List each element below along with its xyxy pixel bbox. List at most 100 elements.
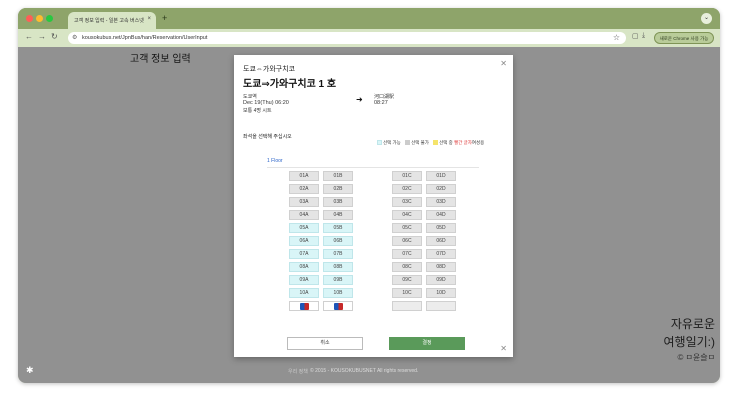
- download-icon[interactable]: ⤓: [642, 32, 645, 40]
- seat-01D[interactable]: 01D: [426, 171, 456, 181]
- seat-09A[interactable]: 09A: [289, 275, 319, 285]
- seat-04C[interactable]: 04C: [392, 210, 422, 220]
- chrome-update-button[interactable]: 새로운 Chrome 사용 가능: [654, 32, 714, 44]
- seat-08B[interactable]: 08B: [323, 262, 353, 272]
- browser-tab[interactable]: 고객 정보 입력 - 일본 고속 버스넷 ×: [68, 12, 156, 29]
- minimize-window-dot[interactable]: [36, 15, 43, 22]
- legend-unavailable: 선택 불가: [411, 140, 429, 145]
- floor-label: 1 Floor: [267, 158, 283, 164]
- seat-03A[interactable]: 03A: [289, 197, 319, 207]
- select-seat-prompt: 좌석을 선택해 주십시오: [243, 134, 292, 140]
- seat-06C[interactable]: 06C: [392, 236, 422, 246]
- close-window-dot[interactable]: [26, 15, 33, 22]
- seat-01C[interactable]: 01C: [392, 171, 422, 181]
- seat-06D[interactable]: 06D: [426, 236, 456, 246]
- departure-station: 도쿄역: [243, 94, 257, 100]
- seat-09D[interactable]: 09D: [426, 275, 456, 285]
- seat-02C[interactable]: 02C: [392, 184, 422, 194]
- forward-icon[interactable]: →: [38, 32, 46, 41]
- seat-selection-modal: ✕ 도쿄⇔가와구치코 도쿄⇒가와구치코 1 호 도쿄역 Dec 19(Thu) …: [234, 55, 513, 357]
- empty-seat-slot: [426, 301, 456, 311]
- site-info-icon[interactable]: ⚙: [72, 34, 77, 41]
- seat-type: 보통 4명 시트: [243, 108, 272, 114]
- seat-10C[interactable]: 10C: [392, 288, 422, 298]
- seat-04A[interactable]: 04A: [289, 210, 319, 220]
- back-icon[interactable]: ←: [25, 32, 33, 41]
- page-footer: 우리 정책 © 2015 - KOUSOKUBUSNET All rights …: [18, 364, 720, 378]
- seat-02B[interactable]: 02B: [323, 184, 353, 194]
- page-content: 고객 정보 입력 우리 정책 © 2015 - KOUSOKUBUSNET Al…: [18, 47, 720, 383]
- seat-03B[interactable]: 03B: [323, 197, 353, 207]
- arrival-station: 河口湖駅: [374, 94, 395, 100]
- seat-07A[interactable]: 07A: [289, 249, 319, 259]
- tab-bar: 고객 정보 입력 - 일본 고속 버스넷 × + ⌄: [18, 8, 720, 29]
- bookmark-star-icon[interactable]: ☆: [613, 33, 620, 42]
- sidebar-icon[interactable]: ▢: [632, 32, 639, 40]
- departure-time: Dec 19(Thu) 06:20: [243, 100, 289, 106]
- seat-05C[interactable]: 05C: [392, 223, 422, 233]
- seat-legend: 선택 가능 선택 불가 선택 중 빨간 글자여성용: [374, 140, 484, 146]
- seat-08C[interactable]: 08C: [392, 262, 422, 272]
- legend-female-red: 빨간 글자: [454, 140, 472, 145]
- legend-selected-swatch: [433, 140, 439, 146]
- legend-female-suffix: 여성용: [471, 140, 485, 145]
- seat-04B[interactable]: 04B: [323, 210, 353, 220]
- arrow-right-icon: ➜: [356, 95, 363, 104]
- seat-06B[interactable]: 06B: [323, 236, 353, 246]
- seat-10B[interactable]: 10B: [323, 288, 353, 298]
- seat-03D[interactable]: 03D: [426, 197, 456, 207]
- watermark-line3: © ㅁ윤슬ㅁ: [677, 353, 715, 362]
- reload-icon[interactable]: ↻: [51, 32, 58, 41]
- arrival-time: 08:27: [374, 100, 388, 106]
- legend-available-swatch: [377, 140, 382, 146]
- restroom-seat: [323, 301, 353, 311]
- seat-07B[interactable]: 07B: [323, 249, 353, 259]
- restroom-icon: [333, 303, 343, 310]
- seat-05D[interactable]: 05D: [426, 223, 456, 233]
- close-icon-bottom[interactable]: ✕: [500, 344, 507, 353]
- route-subtitle: 도쿄⇔가와구치코: [243, 66, 296, 73]
- seat-09C[interactable]: 09C: [392, 275, 422, 285]
- tab-search-icon[interactable]: ⌄: [701, 13, 712, 24]
- tab-title: 고객 정보 입력 - 일본 고속 버스넷: [74, 18, 144, 24]
- seat-07C[interactable]: 07C: [392, 249, 422, 259]
- cancel-button[interactable]: 취소: [287, 337, 363, 350]
- empty-seat-slot: [392, 301, 422, 311]
- seat-01A[interactable]: 01A: [289, 171, 319, 181]
- seat-05B[interactable]: 05B: [323, 223, 353, 233]
- close-icon[interactable]: ✕: [500, 59, 507, 68]
- seat-05A[interactable]: 05A: [289, 223, 319, 233]
- legend-unavailable-swatch: [405, 140, 411, 146]
- seat-07D[interactable]: 07D: [426, 249, 456, 259]
- seat-02A[interactable]: 02A: [289, 184, 319, 194]
- tab-close-icon[interactable]: ×: [147, 16, 151, 22]
- legend-selected: 선택 중: [439, 140, 453, 145]
- new-tab-button[interactable]: +: [162, 13, 167, 23]
- seat-04D[interactable]: 04D: [426, 210, 456, 220]
- seat-08D[interactable]: 08D: [426, 262, 456, 272]
- url-text: kousokubus.net/JpnBus/han/Reservation/Us…: [82, 35, 208, 41]
- seat-08A[interactable]: 08A: [289, 262, 319, 272]
- restroom-seat: [289, 301, 319, 311]
- seat-10A[interactable]: 10A: [289, 288, 319, 298]
- address-bar[interactable]: ⚙ kousokubus.net/JpnBus/han/Reservation/…: [68, 32, 626, 44]
- seat-02D[interactable]: 02D: [426, 184, 456, 194]
- watermark-line2: 여행일기:): [663, 335, 716, 349]
- maximize-window-dot[interactable]: [46, 15, 53, 22]
- browser-toolbar: ← → ↻ ⚙ kousokubus.net/JpnBus/han/Reserv…: [18, 29, 720, 47]
- legend-available: 선택 가능: [383, 140, 401, 145]
- watermark-line1: 자유로운: [670, 317, 715, 331]
- seat-01B[interactable]: 01B: [323, 171, 353, 181]
- footer-policy-link[interactable]: 우리 정책: [288, 368, 308, 375]
- confirm-button[interactable]: 결정: [389, 337, 465, 350]
- restroom-icon: [299, 303, 309, 310]
- seat-06A[interactable]: 06A: [289, 236, 319, 246]
- browser-window: 고객 정보 입력 - 일본 고속 버스넷 × + ⌄ ← → ↻ ⚙ kouso…: [18, 8, 720, 383]
- seat-03C[interactable]: 03C: [392, 197, 422, 207]
- route-title: 도쿄⇒가와구치코 1 호: [243, 79, 337, 90]
- footer-copyright: © 2015 - KOUSOKUBUSNET All rights reserv…: [310, 368, 419, 374]
- seat-09B[interactable]: 09B: [323, 275, 353, 285]
- gear-icon[interactable]: ✱: [26, 365, 34, 376]
- floor-divider: [267, 167, 479, 168]
- seat-10D[interactable]: 10D: [426, 288, 456, 298]
